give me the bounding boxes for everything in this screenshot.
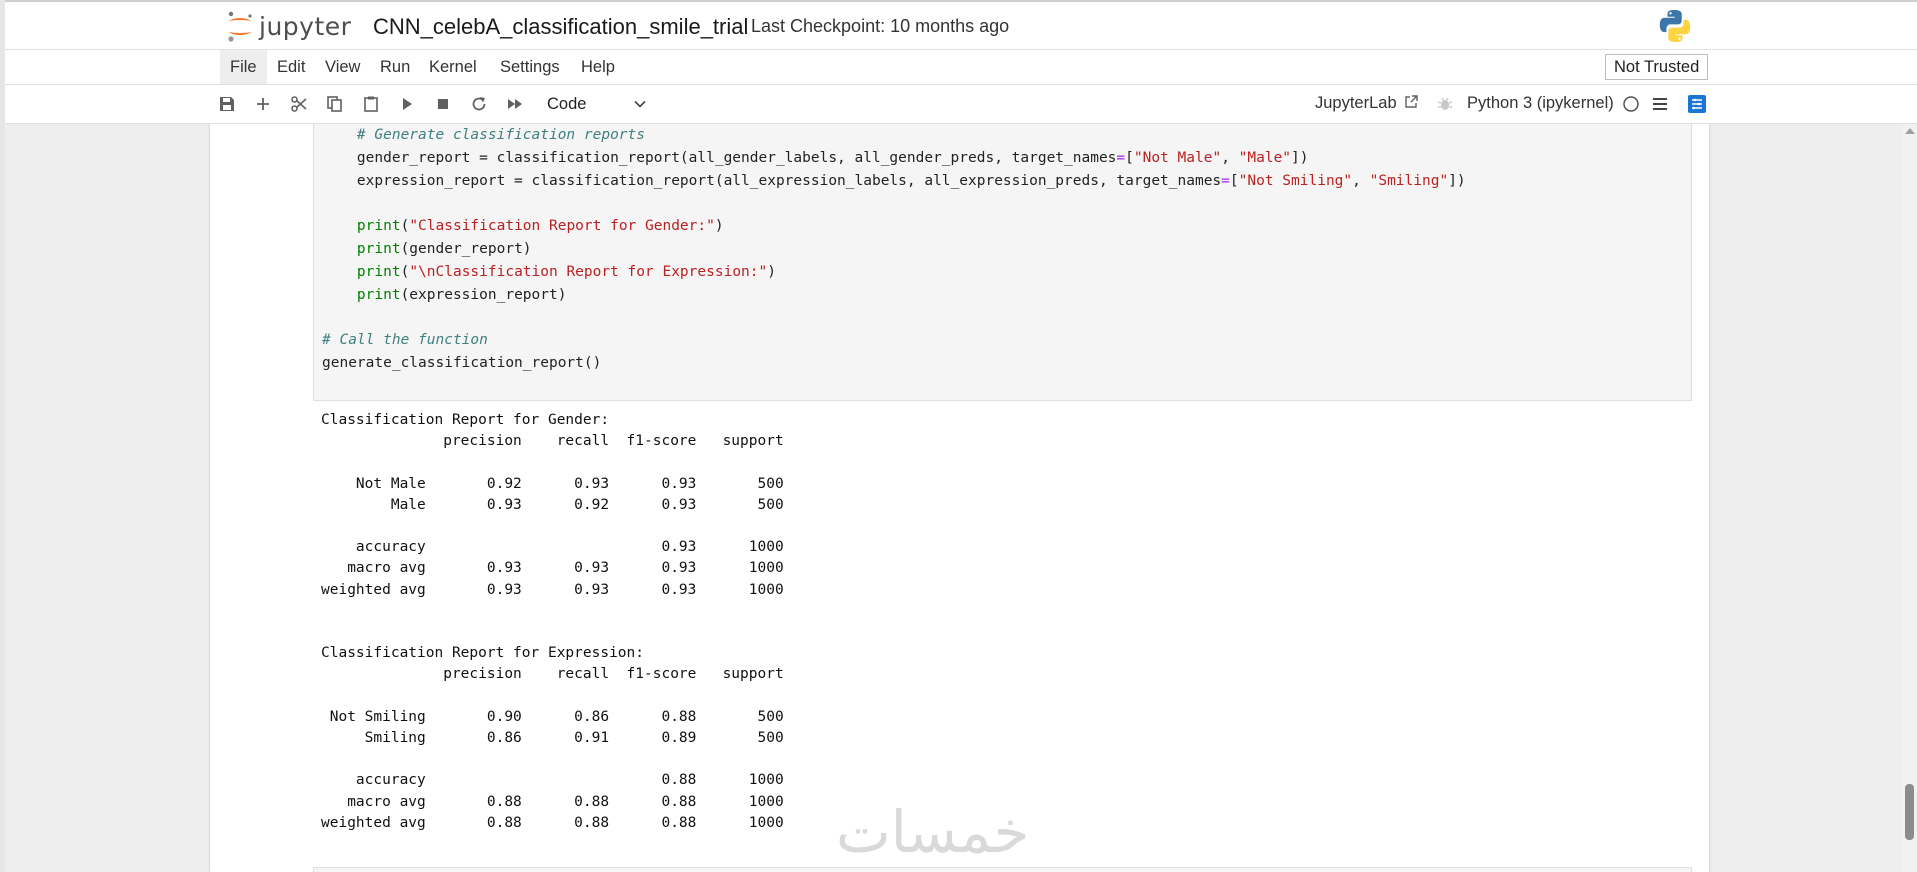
menu-icon: [1653, 98, 1667, 110]
code-text: gender_report = classification_report(al…: [322, 149, 1117, 166]
code-text: ,: [1221, 149, 1239, 166]
code-string: "Male": [1238, 149, 1292, 166]
code-comment: # Call the function: [322, 332, 488, 349]
cell-type-select[interactable]: Code: [547, 92, 647, 116]
menu-run[interactable]: Run: [370, 50, 420, 84]
cell-output: Classification Report for Gender: precis…: [321, 412, 784, 831]
code-text: [: [1125, 149, 1134, 166]
code-string: "Not Smiling": [1238, 172, 1353, 189]
chevron-down-icon: [634, 100, 646, 108]
paste-button[interactable]: [360, 93, 382, 115]
code-editor[interactable]: # Generate classification reports gender…: [322, 124, 1466, 375]
vertical-scrollbar[interactable]: [1902, 124, 1917, 872]
menu-file[interactable]: File: [220, 50, 267, 84]
code-string: "Classification Report for Gender:": [409, 218, 715, 235]
jupyter-logo[interactable]: jupyter: [225, 8, 351, 44]
code-comment: # Generate classification reports: [322, 127, 646, 143]
notebook-area: # Generate classification reports gender…: [5, 124, 1902, 872]
menu-view[interactable]: View: [315, 50, 370, 84]
copy-button[interactable]: [324, 93, 346, 115]
add-cell-button[interactable]: [252, 93, 274, 115]
restart-run-all-button[interactable]: [504, 93, 526, 115]
menu-bar: File Edit View Run Kernel Settings Help …: [5, 50, 1917, 85]
scrollbar-thumb[interactable]: [1905, 784, 1914, 840]
code-keyword: print: [356, 286, 401, 303]
code-string: "Smiling": [1369, 172, 1449, 189]
restart-icon: [472, 97, 486, 111]
menu-settings[interactable]: Settings: [490, 50, 570, 84]
code-keyword: print: [356, 218, 401, 235]
kernel-status-indicator: [1620, 93, 1642, 115]
jupyter-logo-icon: [228, 11, 252, 42]
add-cell-icon: [257, 98, 269, 110]
next-code-cell[interactable]: [313, 867, 1692, 872]
stop-icon: [438, 99, 448, 109]
code-text: (expression_report): [400, 286, 567, 303]
notebook-title[interactable]: CNN_celebA_classification_smile_trial: [373, 14, 748, 40]
menu-edit[interactable]: Edit: [267, 50, 315, 84]
property-inspector-button[interactable]: [1686, 93, 1708, 115]
save-button[interactable]: [216, 93, 238, 115]
cell-type-value: Code: [547, 95, 587, 113]
scroll-up-arrow-icon[interactable]: [1905, 128, 1915, 134]
trust-status-button[interactable]: Not Trusted: [1605, 54, 1709, 80]
copy-icon: [327, 96, 342, 112]
last-checkpoint: Last Checkpoint: 10 months ago: [751, 16, 1010, 36]
code-text: ]): [1448, 172, 1466, 189]
run-icon: [403, 98, 412, 110]
menu-help[interactable]: Help: [571, 50, 625, 84]
debugger-button[interactable]: [1434, 93, 1456, 115]
code-text: ,: [1352, 172, 1370, 189]
save-icon: [220, 97, 234, 111]
run-button[interactable]: [396, 93, 418, 115]
code-cell[interactable]: # Generate classification reports gender…: [313, 124, 1692, 401]
python-logo-icon: [1659, 10, 1691, 42]
code-operator: =: [1221, 172, 1230, 189]
external-link-icon: [1405, 95, 1418, 108]
fast-forward-icon: [508, 99, 522, 109]
code-text: ]): [1291, 149, 1309, 166]
restart-button[interactable]: [468, 93, 490, 115]
table-of-contents-button[interactable]: [1649, 93, 1671, 115]
debugger-icon: [1437, 97, 1453, 110]
code-text: [: [1229, 172, 1239, 189]
top-header: jupyter CNN_celebA_classification_smile_…: [5, 2, 1917, 50]
cut-icon: [291, 96, 307, 112]
notebook-page: # Generate classification reports gender…: [210, 124, 1709, 872]
kernel-name-button[interactable]: Python 3 (ipykernel): [1467, 94, 1614, 113]
property-inspector-icon: [1688, 95, 1706, 113]
code-text: expression_report = classification_repor…: [322, 172, 1222, 189]
code-operator: =: [1116, 149, 1126, 166]
jupyterlab-label: JupyterLab: [1315, 94, 1397, 112]
kernel-status-icon: [1623, 96, 1639, 112]
cut-button[interactable]: [288, 93, 310, 115]
code-text: generate_classification_report(): [322, 354, 602, 371]
code-string: "\nClassification Report for Expression:…: [409, 263, 768, 280]
stop-button[interactable]: [432, 93, 454, 115]
code-string: "Not Male": [1133, 149, 1222, 166]
notebook-toolbar: Code JupyterLab Python 3 (ipykernel): [5, 85, 1917, 124]
menu-kernel[interactable]: Kernel: [419, 50, 487, 84]
code-keyword: print: [356, 263, 401, 280]
watermark: خمسات: [836, 798, 1030, 866]
code-text: (gender_report): [400, 240, 532, 257]
jupyter-logo-text: jupyter: [259, 11, 352, 41]
code-keyword: print: [356, 240, 401, 257]
open-in-jupyterlab-link[interactable]: JupyterLab: [1315, 94, 1419, 113]
paste-icon: [364, 96, 378, 112]
